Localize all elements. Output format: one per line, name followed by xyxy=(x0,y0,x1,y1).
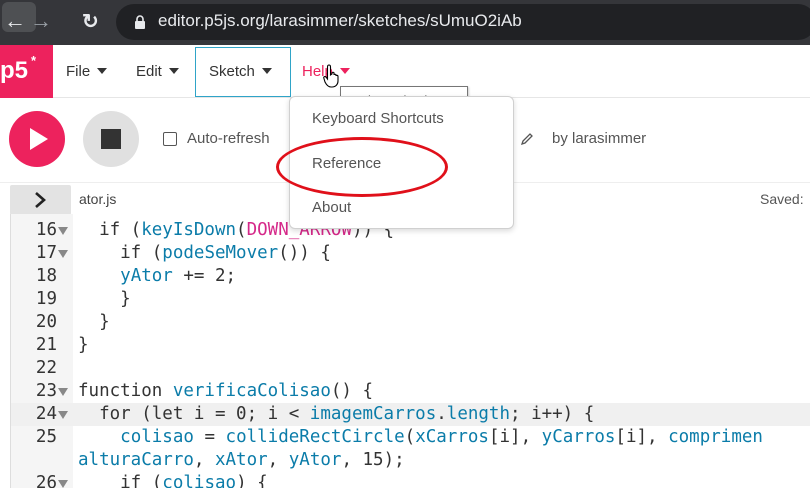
nav-sketch-menu[interactable]: Sketch xyxy=(195,47,291,97)
line-number: 24 xyxy=(35,404,57,424)
fold-arrow-icon[interactable] xyxy=(58,388,68,396)
code-line[interactable]: 25 colisao = collideRectCircle(xCarros[i… xyxy=(11,426,810,449)
fold-arrow-icon[interactable] xyxy=(58,250,68,258)
code-text: } xyxy=(78,335,89,355)
code-text: } xyxy=(78,289,131,309)
auto-refresh-label: Auto-refresh xyxy=(187,130,270,147)
line-number: 18 xyxy=(35,266,57,286)
file-name: ator.js xyxy=(79,191,117,207)
menu-item-keyboard-shortcuts[interactable]: Keyboard Shortcuts xyxy=(312,110,444,127)
caret-down-icon xyxy=(339,68,350,74)
line-number: 22 xyxy=(35,358,57,378)
code-line[interactable]: 24 for (let i = 0; i < imagemCarros.leng… xyxy=(11,403,810,426)
code-text: if (podeSeMover()) { xyxy=(78,243,331,263)
url-text: editor.p5js.org/larasimmer/sketches/sUmu… xyxy=(158,11,522,30)
stop-icon xyxy=(101,129,121,149)
browser-toolbar: ← → ↻ editor.p5js.org/larasimmer/sketche… xyxy=(0,0,810,45)
caret-down-icon xyxy=(97,68,108,74)
code-line[interactable]: alturaCarro, xAtor, yAtor, 15); xyxy=(11,449,810,472)
auto-refresh-checkbox[interactable] xyxy=(163,132,177,146)
highlight-annotation xyxy=(276,137,448,197)
line-number: 26 xyxy=(35,473,57,488)
code-line[interactable]: 21} xyxy=(11,334,810,357)
logo-text: p5 xyxy=(0,57,29,84)
code-text: yAtor += 2; xyxy=(120,266,237,286)
code-line[interactable]: 22 xyxy=(11,357,810,380)
code-text: for (let i = 0; i < imagemCarros.length;… xyxy=(78,404,595,424)
fold-arrow-icon[interactable] xyxy=(58,411,68,419)
nav-edit-label: Edit xyxy=(136,63,162,80)
menu-item-about[interactable]: About xyxy=(312,199,351,216)
code-text: alturaCarro, xAtor, yAtor, 15); xyxy=(78,450,405,470)
code-line[interactable]: 20 } xyxy=(11,311,810,334)
code-text: } xyxy=(78,312,110,332)
code-line[interactable]: 17 if (podeSeMover()) { xyxy=(11,242,810,265)
saved-status: Saved: xyxy=(760,191,804,207)
back-arrow-icon[interactable]: ← xyxy=(4,7,26,35)
line-number: 20 xyxy=(35,312,57,332)
forward-arrow-icon[interactable]: → xyxy=(30,7,52,35)
expand-sidebar-button[interactable] xyxy=(10,185,71,215)
fold-arrow-icon[interactable] xyxy=(58,227,68,235)
reload-icon[interactable]: ↻ xyxy=(82,8,99,36)
line-number: 17 xyxy=(35,243,57,263)
code-line[interactable]: 19 } xyxy=(11,288,810,311)
chevron-right-icon xyxy=(35,192,46,208)
nav-file-label: File xyxy=(66,63,91,80)
lock-icon xyxy=(135,15,145,29)
play-icon xyxy=(30,128,48,150)
p5-logo[interactable]: p5 * xyxy=(0,45,53,98)
line-number: 25 xyxy=(35,427,57,447)
fold-arrow-icon[interactable] xyxy=(58,480,68,488)
caret-down-icon xyxy=(261,68,272,74)
line-number: 19 xyxy=(35,289,57,309)
code-text: function verificaColisao() { xyxy=(78,381,374,401)
hand-cursor-icon xyxy=(323,64,339,88)
code-line[interactable]: 18 yAtor += 2; xyxy=(11,265,810,288)
nav-file-menu[interactable]: File xyxy=(66,45,108,98)
code-line[interactable]: 26 if (colisao) { xyxy=(11,472,810,488)
caret-down-icon xyxy=(168,68,179,74)
nav-sketch-label: Sketch xyxy=(209,63,255,80)
pencil-icon[interactable] xyxy=(520,132,534,146)
address-bar[interactable]: editor.p5js.org/larasimmer/sketches/sUmu… xyxy=(116,4,810,40)
line-number: 23 xyxy=(35,381,57,401)
sketch-author[interactable]: by larasimmer xyxy=(552,130,646,147)
stop-button[interactable] xyxy=(83,111,139,167)
nav-edit-menu[interactable]: Edit xyxy=(136,45,179,98)
play-button[interactable] xyxy=(9,111,65,167)
code-text: colisao = collideRectCircle(xCarros[i], … xyxy=(120,427,763,447)
line-number: 16 xyxy=(35,220,57,240)
line-number: 21 xyxy=(35,335,57,355)
code-line[interactable]: 23 function verificaColisao() { xyxy=(11,380,810,403)
code-text: if (colisao) { xyxy=(78,473,268,488)
code-editor[interactable]: 16 if (keyIsDown(DOWN_ARROW)) {17 if (po… xyxy=(10,214,810,488)
logo-asterisk: * xyxy=(31,53,37,68)
